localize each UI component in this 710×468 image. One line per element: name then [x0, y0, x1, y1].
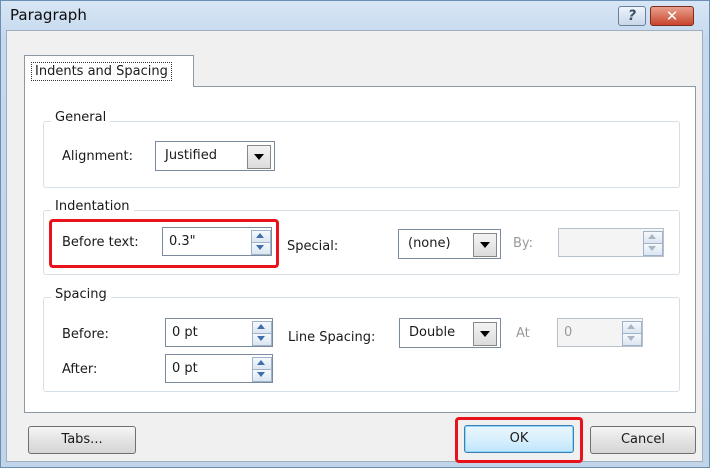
highlight-before-text	[49, 219, 279, 268]
alignment-dropdown[interactable]: Justified	[155, 141, 275, 171]
tabs-button[interactable]: Tabs...	[28, 426, 136, 454]
special-label: Special:	[287, 239, 339, 254]
general-group	[43, 121, 680, 188]
at-value: 0	[564, 325, 573, 340]
tab-indents-and-spacing[interactable]: Indents and Spacing	[24, 55, 194, 87]
chevron-down-icon[interactable]	[473, 233, 497, 257]
spacing-after-label: After:	[62, 362, 98, 377]
tabs-button-label: Tabs...	[61, 432, 103, 447]
close-icon: ✕	[665, 7, 679, 25]
help-button[interactable]: ?	[618, 6, 646, 26]
help-icon: ?	[627, 8, 637, 24]
spin-down-icon[interactable]	[252, 333, 272, 346]
title-bar: Paragraph ? ✕	[1, 1, 709, 31]
by-spinner	[558, 228, 664, 257]
general-legend: General	[51, 110, 111, 125]
spin-down-icon	[643, 243, 663, 256]
spacing-before-label: Before:	[62, 327, 109, 342]
highlight-ok	[455, 417, 583, 463]
close-button[interactable]: ✕	[650, 6, 694, 26]
cancel-button[interactable]: Cancel	[590, 426, 696, 454]
at-spinner: 0	[557, 318, 643, 347]
by-label: By:	[513, 236, 534, 251]
indentation-legend: Indentation	[51, 199, 134, 214]
line-spacing-label: Line Spacing:	[288, 330, 376, 345]
spacing-after-spinner[interactable]: 0 pt	[165, 354, 273, 383]
line-spacing-dropdown[interactable]: Double	[399, 318, 501, 348]
spacing-legend: Spacing	[51, 287, 111, 302]
spacing-before-value: 0 pt	[172, 325, 198, 340]
cancel-button-label: Cancel	[620, 432, 666, 447]
special-dropdown[interactable]: (none)	[398, 229, 501, 259]
spin-down-icon[interactable]	[252, 369, 272, 382]
dialog-title: Paragraph	[10, 6, 87, 24]
chevron-down-icon[interactable]	[473, 322, 497, 346]
alignment-value: Justified	[165, 148, 217, 163]
spacing-after-value: 0 pt	[172, 361, 198, 376]
at-label: At	[516, 326, 530, 341]
alignment-label: Alignment:	[62, 149, 133, 164]
chevron-down-icon[interactable]	[247, 145, 271, 169]
tab-label: Indents and Spacing	[31, 62, 172, 81]
spacing-before-spinner[interactable]: 0 pt	[165, 318, 273, 347]
line-spacing-value: Double	[409, 325, 456, 340]
special-value: (none)	[408, 236, 451, 251]
spin-down-icon	[622, 333, 642, 346]
